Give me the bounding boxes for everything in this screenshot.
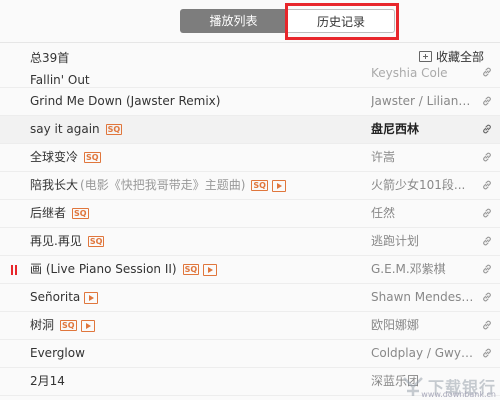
song-row[interactable]: 陪我长大 (电影《快把我哥带走》主题曲) SQ 火箭少女101段... — [0, 172, 500, 200]
song-artist[interactable]: Jawster / Liliann... — [371, 88, 475, 115]
sq-badge: SQ — [87, 236, 105, 247]
sq-badge: SQ — [84, 152, 101, 163]
song-row[interactable]: Everglow Coldplay / Gwyn... — [0, 340, 500, 368]
song-row[interactable]: 再见.再见 SQ 逃跑计划 — [0, 228, 500, 256]
link-icon[interactable] — [481, 179, 493, 191]
song-title: say it again SQ — [30, 122, 123, 136]
link-icon[interactable] — [481, 319, 493, 331]
song-row[interactable]: 树洞 SQ 欧阳娜娜 — [0, 312, 500, 340]
mv-icon[interactable] — [271, 179, 286, 192]
tab-play-list[interactable]: 播放列表 — [180, 9, 287, 33]
song-artist[interactable]: Shawn Mendes ... — [371, 284, 475, 311]
link-icon[interactable] — [481, 66, 493, 78]
mv-icon[interactable] — [84, 291, 99, 304]
add-folder-icon — [418, 51, 432, 62]
playlist-tabs: 播放列表 历史记录 — [180, 9, 395, 33]
song-row[interactable]: Señorita Shawn Mendes ... — [0, 284, 500, 312]
song-title: Grind Me Down (Jawster Remix) — [30, 94, 221, 108]
song-title: 全球变冷 SQ — [30, 150, 101, 164]
song-row[interactable]: say it again SQ 盘尼西林 — [0, 116, 500, 144]
link-icon[interactable] — [481, 263, 493, 275]
link-icon[interactable] — [481, 151, 493, 163]
song-artist[interactable]: 任然 — [371, 200, 475, 227]
sq-badge: SQ — [251, 180, 268, 191]
watermark-url: www.downbank.cn — [421, 390, 496, 399]
song-artist[interactable]: 盘尼西林 — [371, 116, 475, 143]
song-row[interactable]: 全球变冷 SQ 许嵩 — [0, 144, 500, 172]
link-icon[interactable] — [481, 95, 493, 107]
link-icon[interactable] — [481, 235, 493, 247]
song-artist[interactable]: 逃跑计划 — [371, 228, 475, 255]
song-title: 画 (Live Piano Session II) SQ — [30, 256, 218, 283]
song-row[interactable]: Grind Me Down (Jawster Remix) Jawster / … — [0, 88, 500, 116]
song-title: 陪我长大 (电影《快把我哥带走》主题曲) SQ — [30, 172, 286, 199]
sq-badge: SQ — [105, 124, 123, 135]
header-divider — [0, 42, 500, 43]
sq-badge: SQ — [72, 208, 89, 219]
song-title: Señorita — [30, 284, 99, 311]
tab-history[interactable]: 历史记录 — [287, 9, 395, 33]
link-icon[interactable] — [481, 123, 493, 135]
sq-badge: SQ — [182, 264, 200, 275]
song-title: Everglow — [30, 346, 85, 360]
song-artist[interactable]: G.E.M.邓紫棋 — [371, 256, 475, 283]
song-artist[interactable]: 火箭少女101段... — [371, 172, 475, 199]
song-title: 后继者 SQ — [30, 206, 89, 220]
song-artist[interactable]: Coldplay / Gwyn... — [371, 340, 475, 367]
song-title: 树洞 SQ — [30, 312, 95, 339]
sq-badge: SQ — [60, 320, 77, 331]
song-title: 再见.再见 SQ — [30, 234, 105, 248]
song-subtitle: (电影《快把我哥带走》主题曲) — [80, 178, 246, 192]
link-icon[interactable] — [481, 207, 493, 219]
song-artist[interactable]: 许嵩 — [371, 144, 475, 171]
song-row[interactable]: Fallin' Out Keyshia Cole — [0, 62, 500, 88]
song-row[interactable]: 后继者 SQ 任然 — [0, 200, 500, 228]
mv-icon[interactable] — [80, 319, 95, 332]
now-playing-icon — [11, 265, 17, 275]
song-artist[interactable]: 欧阳娜娜 — [371, 312, 475, 339]
song-list: Fallin' Out Keyshia Cole Grind Me Down (… — [0, 62, 500, 400]
song-row-playing[interactable]: 画 (Live Piano Session II) SQ G.E.M.邓紫棋 — [0, 256, 500, 284]
link-icon[interactable] — [481, 291, 493, 303]
link-icon[interactable] — [481, 347, 493, 359]
mv-icon[interactable] — [203, 263, 218, 276]
song-title: 2月14 — [30, 374, 65, 388]
